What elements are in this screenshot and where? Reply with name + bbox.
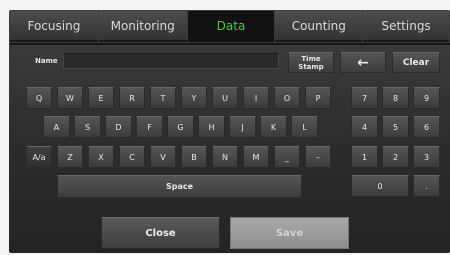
tab-data[interactable]: Data [187, 11, 275, 42]
tab-focusing[interactable]: Focusing [10, 11, 98, 42]
numpad-6[interactable]: 6 [413, 116, 440, 138]
clear-button[interactable]: Clear [392, 52, 440, 73]
key-l[interactable]: L [291, 116, 318, 138]
name-input[interactable] [63, 53, 279, 69]
key-n[interactable]: N [212, 146, 238, 168]
key-i[interactable]: I [243, 87, 269, 109]
numpad-0[interactable]: 0 [351, 175, 409, 197]
key-u[interactable]: U [212, 87, 238, 109]
numpad-1[interactable]: 1 [351, 146, 378, 168]
backspace-button[interactable]: ← [340, 52, 386, 73]
tab-monitoring[interactable]: Monitoring [98, 11, 187, 42]
numpad-4[interactable]: 4 [351, 116, 378, 138]
key-p[interactable]: P [305, 87, 331, 109]
numpad-dot[interactable]: . [413, 175, 440, 197]
case-toggle-button[interactable]: A/a [26, 146, 52, 168]
key-o[interactable]: O [274, 87, 300, 109]
key-k[interactable]: K [260, 116, 287, 138]
key-r[interactable]: R [119, 87, 145, 109]
key-dash[interactable]: – [305, 146, 331, 168]
close-button[interactable]: Close [101, 217, 220, 249]
left-margin [0, 0, 9, 255]
key-underscore[interactable]: _ [274, 146, 300, 168]
time-stamp-button[interactable]: Time Stamp [288, 52, 334, 73]
key-q[interactable]: Q [26, 87, 52, 109]
key-g[interactable]: G [167, 116, 194, 138]
numpad-8[interactable]: 8 [382, 87, 409, 109]
time-stamp-line2: Stamp [298, 62, 324, 71]
key-s[interactable]: S [74, 116, 101, 138]
key-d[interactable]: D [105, 116, 132, 138]
key-w[interactable]: W [57, 87, 83, 109]
name-label: Name [35, 57, 58, 65]
key-z[interactable]: Z [57, 146, 83, 168]
key-b[interactable]: B [181, 146, 207, 168]
save-button[interactable]: Save [230, 217, 349, 249]
numpad-2[interactable]: 2 [382, 146, 409, 168]
key-f[interactable]: F [136, 116, 163, 138]
key-a[interactable]: A [43, 116, 70, 138]
key-t[interactable]: T [150, 87, 176, 109]
numpad-3[interactable]: 3 [413, 146, 440, 168]
key-v[interactable]: V [150, 146, 176, 168]
numpad-7[interactable]: 7 [351, 87, 378, 109]
tab-settings[interactable]: Settings [363, 11, 449, 42]
time-stamp-line1: Time [301, 54, 321, 63]
key-x[interactable]: X [88, 146, 114, 168]
backspace-arrow-icon: ← [357, 54, 369, 71]
key-c[interactable]: C [119, 146, 145, 168]
key-e[interactable]: E [88, 87, 114, 109]
space-button[interactable]: Space [57, 175, 302, 198]
numpad-9[interactable]: 9 [413, 87, 440, 109]
tab-bar: Focusing Monitoring Data Counting Settin… [10, 11, 450, 44]
key-h[interactable]: H [198, 116, 225, 138]
key-j[interactable]: J [229, 116, 256, 138]
key-m[interactable]: M [243, 146, 269, 168]
numpad-5[interactable]: 5 [382, 116, 409, 138]
tab-divider [10, 43, 450, 45]
tab-counting[interactable]: Counting [275, 11, 363, 42]
key-y[interactable]: Y [181, 87, 207, 109]
